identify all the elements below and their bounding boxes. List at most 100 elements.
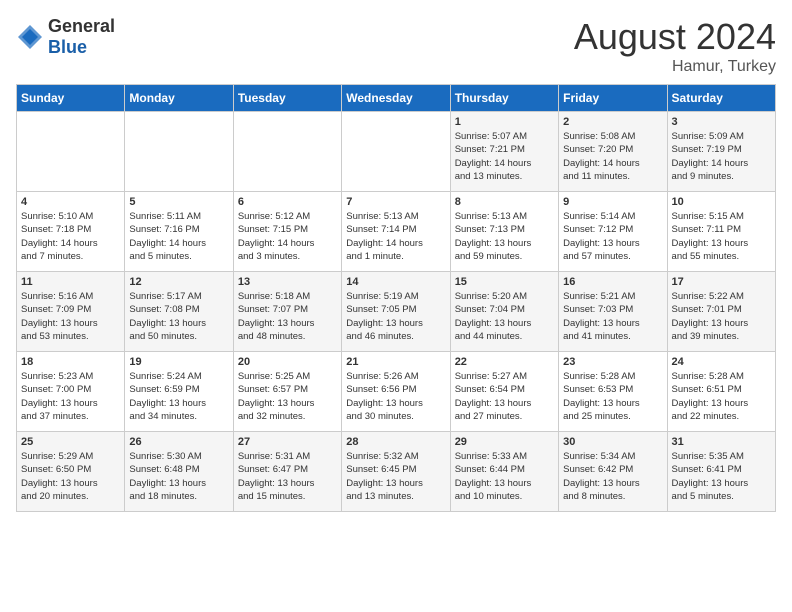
calendar-cell: 14Sunrise: 5:19 AMSunset: 7:05 PMDayligh… — [342, 272, 450, 352]
day-info: and 13 minutes. — [455, 170, 554, 183]
day-info: Daylight: 13 hours — [21, 397, 120, 410]
calendar-week-row: 11Sunrise: 5:16 AMSunset: 7:09 PMDayligh… — [17, 272, 776, 352]
calendar-week-row: 25Sunrise: 5:29 AMSunset: 6:50 PMDayligh… — [17, 432, 776, 512]
day-info: Sunset: 6:54 PM — [455, 383, 554, 396]
calendar-cell: 26Sunrise: 5:30 AMSunset: 6:48 PMDayligh… — [125, 432, 233, 512]
day-info: Sunrise: 5:17 AM — [129, 290, 228, 303]
day-info: Sunrise: 5:10 AM — [21, 210, 120, 223]
calendar-cell: 7Sunrise: 5:13 AMSunset: 7:14 PMDaylight… — [342, 192, 450, 272]
title-area: August 2024 Hamur, Turkey — [574, 16, 776, 76]
day-info: and 18 minutes. — [129, 490, 228, 503]
day-info: and 46 minutes. — [346, 330, 445, 343]
day-info: Sunset: 6:57 PM — [238, 383, 337, 396]
day-info: Daylight: 13 hours — [129, 397, 228, 410]
calendar-cell: 27Sunrise: 5:31 AMSunset: 6:47 PMDayligh… — [233, 432, 341, 512]
day-info: Daylight: 13 hours — [346, 477, 445, 490]
calendar-cell: 17Sunrise: 5:22 AMSunset: 7:01 PMDayligh… — [667, 272, 775, 352]
calendar-cell: 6Sunrise: 5:12 AMSunset: 7:15 PMDaylight… — [233, 192, 341, 272]
day-info: Sunrise: 5:34 AM — [563, 450, 662, 463]
day-info: Sunset: 7:11 PM — [672, 223, 771, 236]
day-info: Sunset: 7:18 PM — [21, 223, 120, 236]
day-info: and 3 minutes. — [238, 250, 337, 263]
day-info: Sunrise: 5:30 AM — [129, 450, 228, 463]
col-header-sunday: Sunday — [17, 85, 125, 112]
calendar-week-row: 1Sunrise: 5:07 AMSunset: 7:21 PMDaylight… — [17, 112, 776, 192]
calendar-cell: 9Sunrise: 5:14 AMSunset: 7:12 PMDaylight… — [559, 192, 667, 272]
day-info: Sunset: 6:53 PM — [563, 383, 662, 396]
day-info: and 5 minutes. — [129, 250, 228, 263]
day-info: Sunset: 7:07 PM — [238, 303, 337, 316]
day-number: 8 — [455, 196, 554, 208]
calendar-cell: 16Sunrise: 5:21 AMSunset: 7:03 PMDayligh… — [559, 272, 667, 352]
day-info: and 25 minutes. — [563, 410, 662, 423]
calendar-cell: 15Sunrise: 5:20 AMSunset: 7:04 PMDayligh… — [450, 272, 558, 352]
day-info: and 30 minutes. — [346, 410, 445, 423]
day-info: Sunset: 7:13 PM — [455, 223, 554, 236]
day-info: and 11 minutes. — [563, 170, 662, 183]
day-info: Sunset: 7:09 PM — [21, 303, 120, 316]
logo: General Blue — [16, 16, 115, 58]
day-info: Sunrise: 5:11 AM — [129, 210, 228, 223]
day-number: 19 — [129, 356, 228, 368]
calendar-cell: 2Sunrise: 5:08 AMSunset: 7:20 PMDaylight… — [559, 112, 667, 192]
calendar-cell — [17, 112, 125, 192]
day-number: 25 — [21, 436, 120, 448]
day-number: 16 — [563, 276, 662, 288]
day-number: 3 — [672, 116, 771, 128]
day-info: Sunset: 7:12 PM — [563, 223, 662, 236]
day-info: Sunset: 7:16 PM — [129, 223, 228, 236]
day-info: Sunset: 6:41 PM — [672, 463, 771, 476]
day-info: Daylight: 13 hours — [563, 317, 662, 330]
day-info: Sunrise: 5:25 AM — [238, 370, 337, 383]
day-info: Sunset: 7:19 PM — [672, 143, 771, 156]
day-number: 6 — [238, 196, 337, 208]
day-info: Daylight: 13 hours — [455, 317, 554, 330]
day-info: Sunrise: 5:18 AM — [238, 290, 337, 303]
day-number: 5 — [129, 196, 228, 208]
calendar-cell: 30Sunrise: 5:34 AMSunset: 6:42 PMDayligh… — [559, 432, 667, 512]
day-info: and 34 minutes. — [129, 410, 228, 423]
day-info: Sunrise: 5:32 AM — [346, 450, 445, 463]
day-number: 26 — [129, 436, 228, 448]
day-number: 23 — [563, 356, 662, 368]
day-info: Daylight: 14 hours — [346, 237, 445, 250]
day-info: Daylight: 13 hours — [455, 477, 554, 490]
generalblue-logo-icon — [16, 23, 44, 51]
calendar-header-row: SundayMondayTuesdayWednesdayThursdayFrid… — [17, 85, 776, 112]
day-info: Sunrise: 5:12 AM — [238, 210, 337, 223]
day-info: and 7 minutes. — [21, 250, 120, 263]
day-info: Sunset: 7:14 PM — [346, 223, 445, 236]
day-info: Sunset: 7:00 PM — [21, 383, 120, 396]
day-info: and 9 minutes. — [672, 170, 771, 183]
calendar-cell: 4Sunrise: 5:10 AMSunset: 7:18 PMDaylight… — [17, 192, 125, 272]
day-number: 18 — [21, 356, 120, 368]
day-info: Sunrise: 5:14 AM — [563, 210, 662, 223]
day-info: Sunrise: 5:23 AM — [21, 370, 120, 383]
day-number: 30 — [563, 436, 662, 448]
calendar-cell: 11Sunrise: 5:16 AMSunset: 7:09 PMDayligh… — [17, 272, 125, 352]
day-number: 24 — [672, 356, 771, 368]
day-info: and 39 minutes. — [672, 330, 771, 343]
day-info: Daylight: 14 hours — [672, 157, 771, 170]
calendar-cell: 13Sunrise: 5:18 AMSunset: 7:07 PMDayligh… — [233, 272, 341, 352]
day-number: 29 — [455, 436, 554, 448]
day-info: Sunrise: 5:15 AM — [672, 210, 771, 223]
day-number: 4 — [21, 196, 120, 208]
day-info: Daylight: 13 hours — [563, 237, 662, 250]
calendar-cell: 20Sunrise: 5:25 AMSunset: 6:57 PMDayligh… — [233, 352, 341, 432]
day-info: Sunset: 6:51 PM — [672, 383, 771, 396]
day-info: and 48 minutes. — [238, 330, 337, 343]
day-info: Sunset: 6:59 PM — [129, 383, 228, 396]
day-number: 15 — [455, 276, 554, 288]
day-info: Daylight: 13 hours — [21, 477, 120, 490]
calendar-week-row: 18Sunrise: 5:23 AMSunset: 7:00 PMDayligh… — [17, 352, 776, 432]
day-info: Daylight: 13 hours — [21, 317, 120, 330]
calendar-cell: 25Sunrise: 5:29 AMSunset: 6:50 PMDayligh… — [17, 432, 125, 512]
location: Hamur, Turkey — [574, 58, 776, 76]
day-info: Sunrise: 5:33 AM — [455, 450, 554, 463]
day-info: Sunset: 7:08 PM — [129, 303, 228, 316]
day-info: and 13 minutes. — [346, 490, 445, 503]
day-info: Sunset: 6:42 PM — [563, 463, 662, 476]
day-number: 2 — [563, 116, 662, 128]
day-info: Sunrise: 5:21 AM — [563, 290, 662, 303]
